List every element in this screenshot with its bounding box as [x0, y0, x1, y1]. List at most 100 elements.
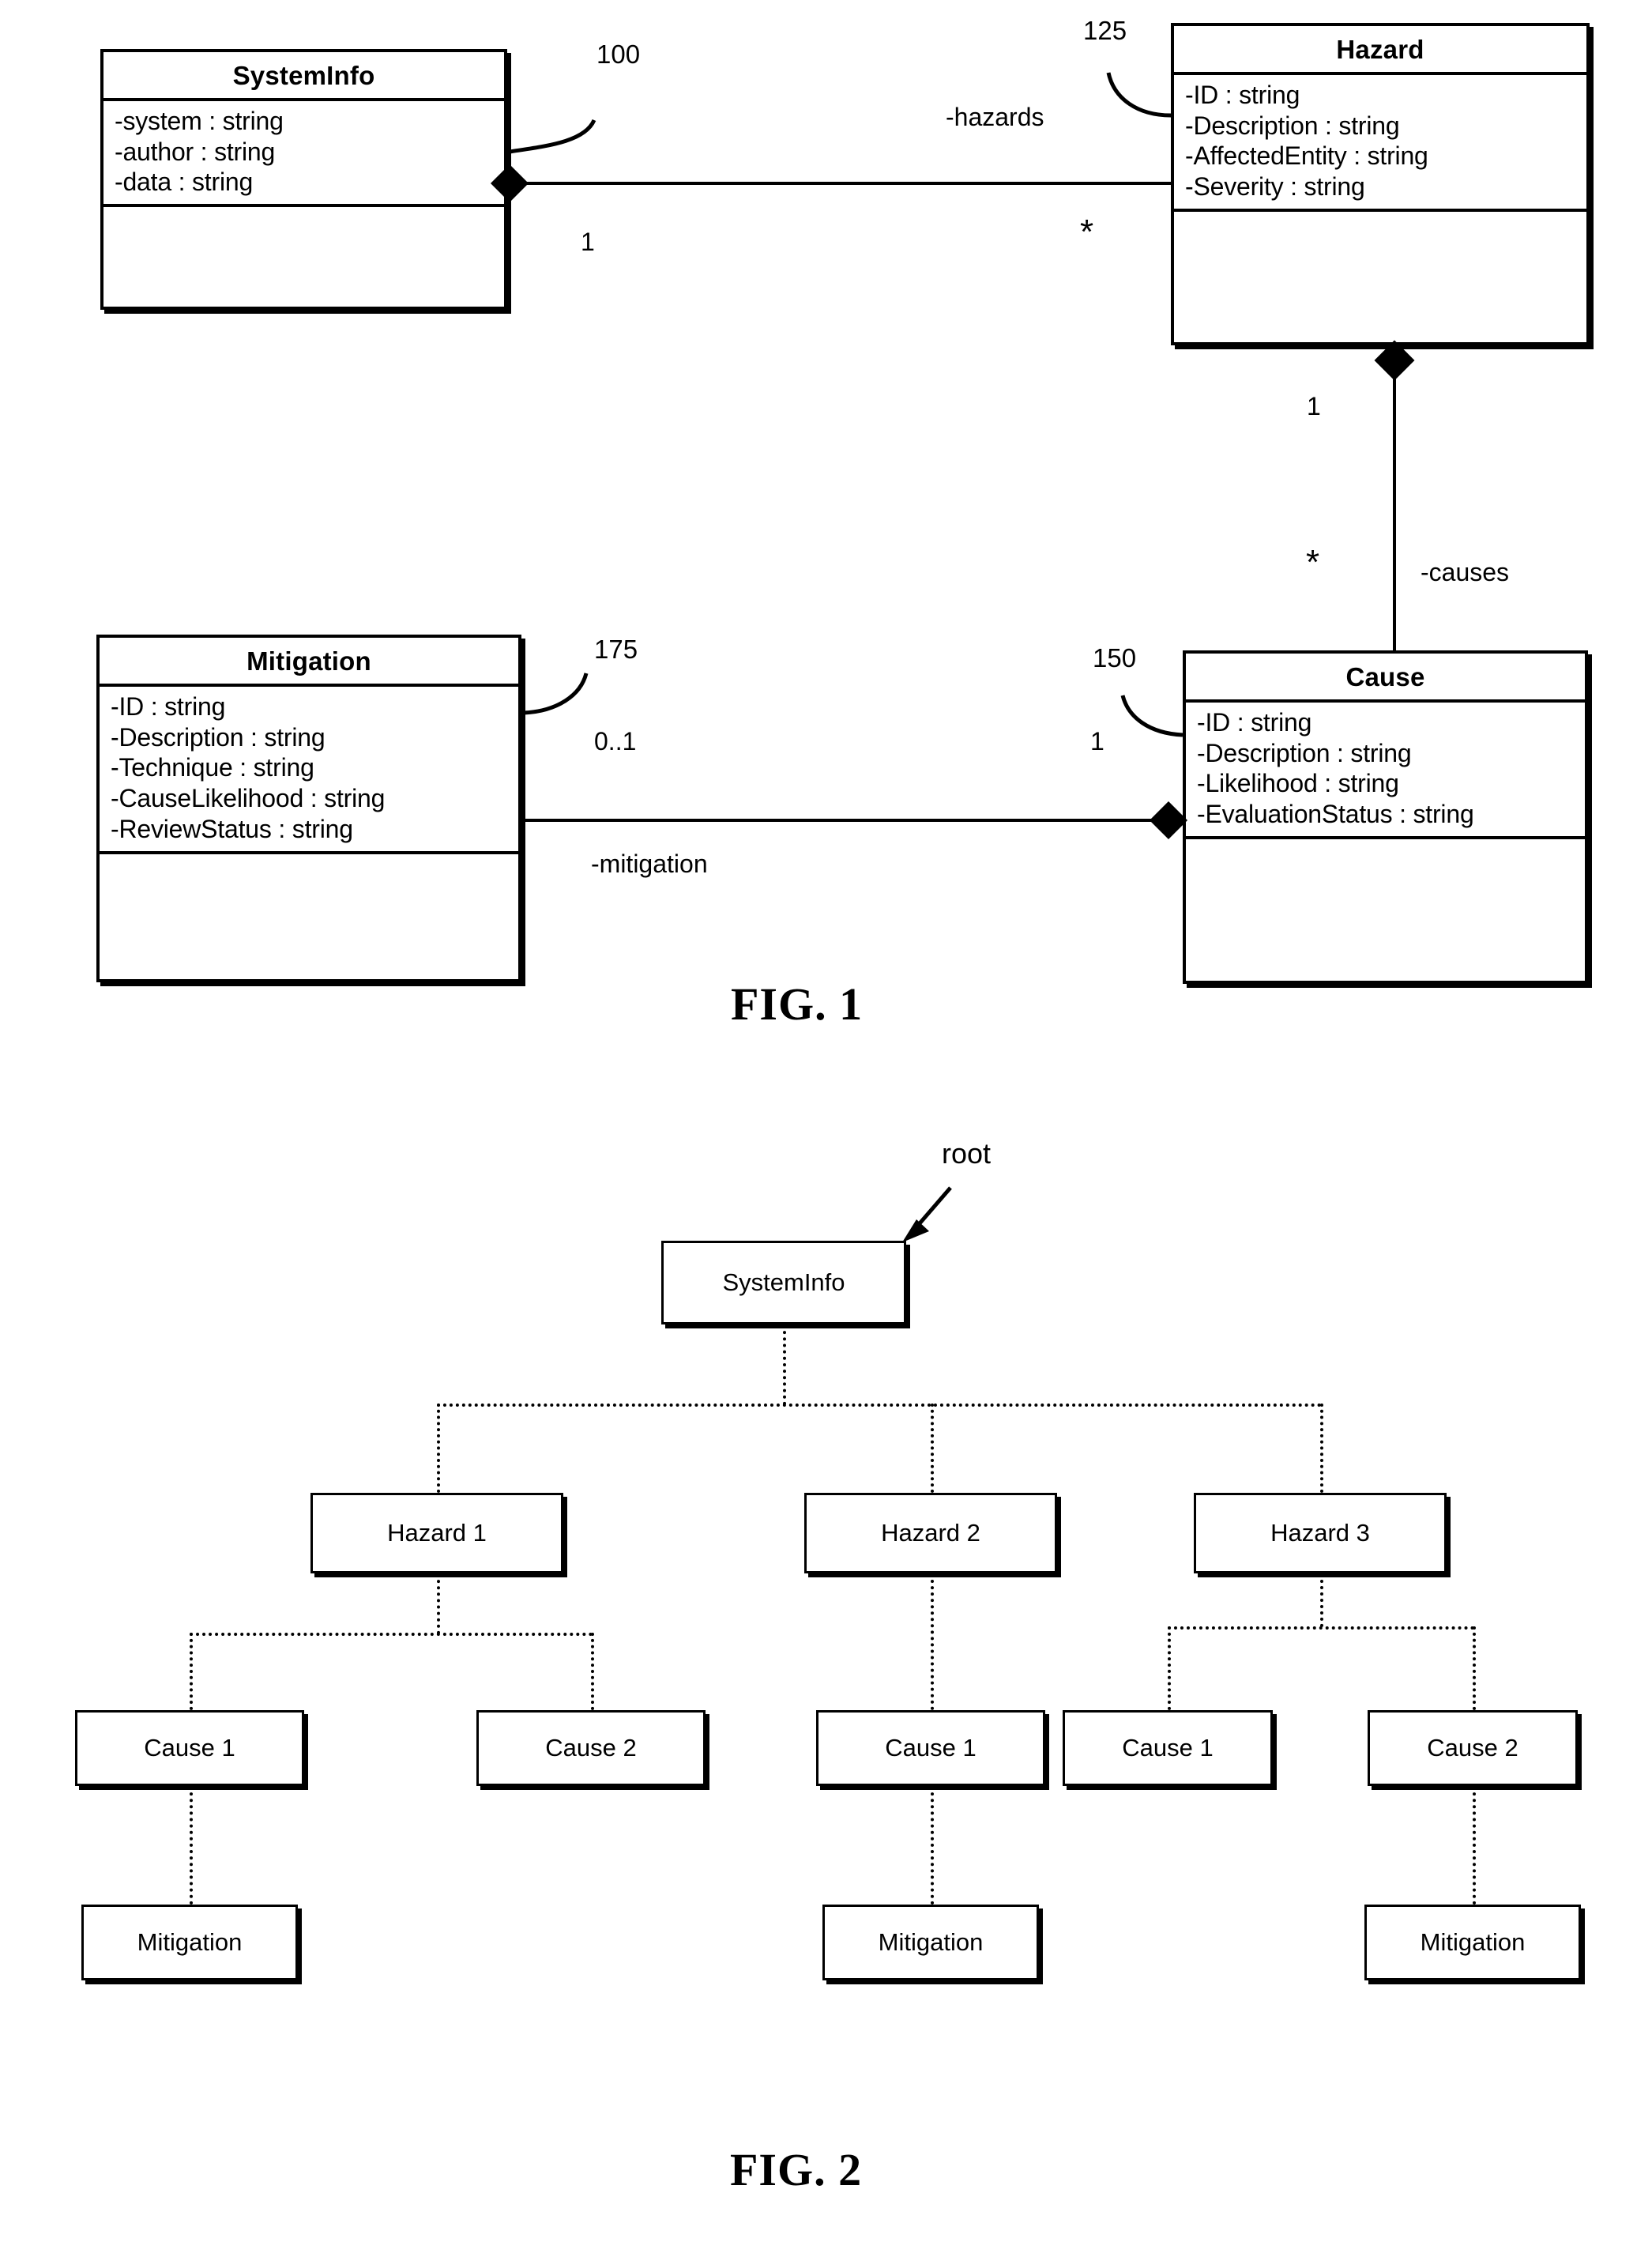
attribute: -Description : string — [1185, 111, 1400, 140]
tree-node-cause-2-of-hazard-1: Cause 2 — [476, 1710, 706, 1786]
attribute: -CauseLikelihood : string — [111, 784, 386, 813]
tree-node-cause-1-of-hazard-2: Cause 1 — [816, 1710, 1045, 1786]
tree-edge-bus-to-hazard-3 — [1320, 1404, 1323, 1493]
tree-node-root-systeminfo: SystemInfo — [661, 1241, 906, 1324]
attribute: -ID : string — [1197, 708, 1312, 737]
attribute: -system : string — [115, 107, 284, 135]
tree-node-label: Mitigation — [878, 1928, 984, 1956]
leader-line-125 — [1106, 72, 1172, 118]
tree-node-mitigation-3: Mitigation — [1364, 1905, 1581, 1980]
reference-numeral-125: 125 — [1083, 16, 1127, 45]
attribute: -author : string — [115, 137, 276, 166]
class-attributes-hazard: -ID : string -Description : string -Affe… — [1174, 75, 1586, 212]
class-operations-mitigation — [100, 854, 518, 899]
association-line-systeminfo-hazard — [523, 182, 1171, 185]
multiplicity-cause-end: * — [1306, 543, 1320, 582]
tree-node-label: Cause 2 — [545, 1734, 637, 1762]
class-title-cause: Cause — [1186, 654, 1585, 703]
attribute: -data : string — [115, 168, 254, 197]
tree-node-label: SystemInfo — [722, 1268, 845, 1296]
tree-node-hazard-3: Hazard 3 — [1194, 1493, 1447, 1573]
reference-numeral-175: 175 — [594, 635, 638, 664]
tree-edge-hazard-3-down — [1320, 1573, 1323, 1627]
attribute: -AffectedEntity : string — [1185, 141, 1428, 171]
tree-node-label: Hazard 2 — [881, 1519, 980, 1547]
class-operations-hazard — [1174, 212, 1586, 256]
root-leader-arrow — [902, 1186, 952, 1242]
tree-edge-root-to-bus — [783, 1324, 786, 1405]
association-line-mitigation-cause — [521, 819, 1185, 822]
leader-line-175 — [523, 673, 589, 715]
class-attributes-systeminfo: -system : string -author : string -data … — [103, 101, 504, 208]
aggregation-diamond-hazard — [1374, 340, 1415, 381]
figure-2-caption: FIG. 2 — [730, 2144, 863, 2195]
attribute: -ID : string — [111, 692, 226, 721]
class-attributes-mitigation: -ID : string -Description : string -Tech… — [100, 687, 518, 854]
tree-edge-to-cause-1-of-hazard-3 — [1168, 1626, 1171, 1710]
tree-node-cause-1-of-hazard-3: Cause 1 — [1063, 1710, 1273, 1786]
attribute: -Description : string — [1197, 738, 1412, 767]
tree-edge-hazard-1-down — [437, 1573, 440, 1634]
tree-bus-hazards — [437, 1404, 1322, 1407]
tree-node-label: Mitigation — [1420, 1928, 1526, 1956]
multiplicity-hazard-causes-end: 1 — [1307, 392, 1321, 420]
tree-node-mitigation-2: Mitigation — [822, 1905, 1039, 1980]
aggregation-diamond-cause — [1149, 801, 1188, 840]
association-role-hazards: -hazards — [946, 103, 1044, 131]
multiplicity-hazard-end: * — [1080, 213, 1094, 251]
tree-node-label: Hazard 3 — [1270, 1519, 1370, 1547]
tree-node-label: Mitigation — [137, 1928, 243, 1956]
attribute: -Technique : string — [111, 753, 314, 782]
tree-edge-to-cause-2-of-hazard-3 — [1473, 1626, 1476, 1710]
tree-edge-to-cause-2-of-hazard-1 — [591, 1633, 594, 1710]
tree-node-hazard-1: Hazard 1 — [310, 1493, 563, 1573]
tree-edge-hazard-2-to-cause-1 — [931, 1573, 934, 1710]
root-label: root — [942, 1137, 992, 1170]
tree-bus-hazard-3-causes — [1168, 1626, 1474, 1630]
tree-node-cause-1-of-hazard-1: Cause 1 — [75, 1710, 304, 1786]
tree-edge-cause-1-to-mitigation-1 — [190, 1786, 193, 1905]
multiplicity-cause-mitigation-end: 1 — [1090, 727, 1104, 755]
association-role-mitigation: -mitigation — [591, 850, 708, 878]
multiplicity-mitigation-end: 0..1 — [594, 727, 637, 755]
uml-class-hazard: Hazard -ID : string -Description : strin… — [1171, 23, 1590, 345]
class-operations-systeminfo — [103, 207, 504, 251]
tree-edge-to-cause-1-of-hazard-1 — [190, 1633, 193, 1710]
attribute: -Likelihood : string — [1197, 769, 1399, 798]
patent-figure-sheet: SystemInfo -system : string -author : st… — [0, 0, 1652, 2257]
tree-node-label: Cause 1 — [1122, 1734, 1214, 1762]
multiplicity-systeminfo-end: 1 — [581, 228, 595, 256]
uml-class-cause: Cause -ID : string -Description : string… — [1183, 650, 1588, 984]
tree-edge-cause-2-to-mitigation-3 — [1473, 1786, 1476, 1905]
figure-1-caption: FIG. 1 — [731, 978, 864, 1030]
class-title-mitigation: Mitigation — [100, 638, 518, 687]
class-attributes-cause: -ID : string -Description : string -Like… — [1186, 703, 1585, 839]
attribute: -EvaluationStatus : string — [1197, 800, 1474, 829]
association-role-causes: -causes — [1421, 558, 1510, 586]
attribute: -Description : string — [111, 722, 326, 752]
reference-numeral-150: 150 — [1093, 643, 1137, 673]
reference-numeral-100: 100 — [596, 40, 641, 69]
tree-edge-bus-to-hazard-2 — [931, 1404, 934, 1493]
class-title-systeminfo: SystemInfo — [103, 52, 504, 101]
tree-node-hazard-2: Hazard 2 — [804, 1493, 1057, 1573]
association-line-hazard-cause — [1393, 345, 1396, 654]
uml-class-mitigation: Mitigation -ID : string -Description : s… — [96, 635, 521, 982]
attribute: -Severity : string — [1185, 172, 1365, 202]
class-operations-cause — [1186, 839, 1585, 884]
tree-node-label: Cause 1 — [144, 1734, 235, 1762]
class-title-hazard: Hazard — [1174, 26, 1586, 75]
leader-line-100 — [509, 119, 596, 154]
tree-node-label: Cause 2 — [1427, 1734, 1518, 1762]
attribute: -ID : string — [1185, 81, 1300, 109]
leader-line-150 — [1120, 695, 1183, 737]
tree-node-label: Cause 1 — [885, 1734, 977, 1762]
tree-node-mitigation-1: Mitigation — [81, 1905, 298, 1980]
tree-edge-bus-to-hazard-1 — [437, 1404, 440, 1493]
tree-node-label: Hazard 1 — [387, 1519, 487, 1547]
tree-bus-hazard-1-causes — [190, 1633, 593, 1636]
tree-edge-cause-1-to-mitigation-2 — [931, 1786, 934, 1905]
uml-class-systeminfo: SystemInfo -system : string -author : st… — [100, 49, 507, 310]
attribute: -ReviewStatus : string — [111, 814, 353, 843]
tree-node-cause-2-of-hazard-3: Cause 2 — [1368, 1710, 1578, 1786]
